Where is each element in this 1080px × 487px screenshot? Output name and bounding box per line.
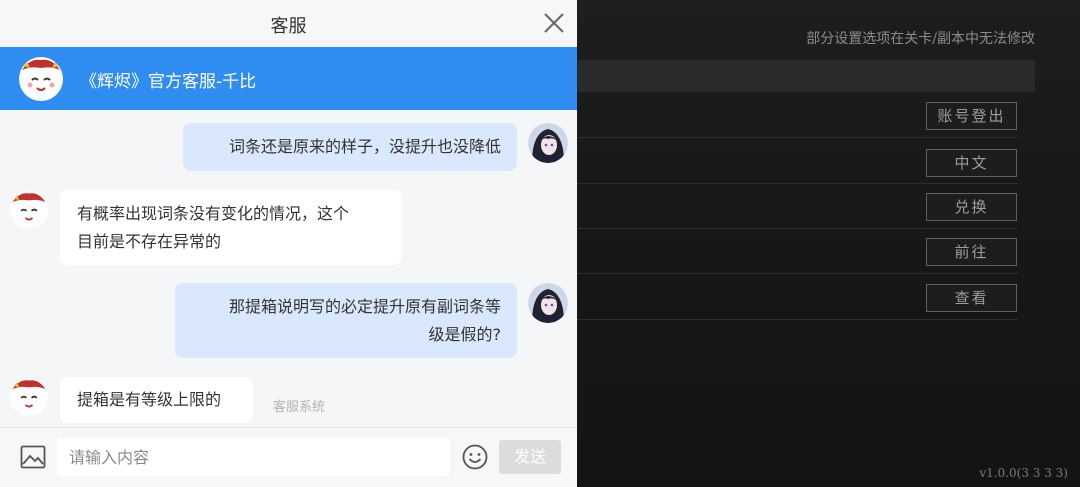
message-line: 目前是不存在异常的 (77, 232, 222, 251)
user-avatar-icon (528, 123, 568, 163)
view-button[interactable]: 查看 (926, 284, 1017, 312)
settings-divider (577, 137, 1018, 138)
agent-avatar-icon (9, 377, 49, 417)
message-line: 有概率出现词条没有变化的情况，这个 (77, 204, 350, 223)
send-button[interactable]: 发送 (499, 440, 561, 474)
user-avatar-icon (528, 283, 568, 323)
agent-avatar-icon (9, 190, 49, 230)
settings-divider (577, 183, 1018, 184)
input-bar: 发送 (0, 427, 577, 487)
customer-service-panel: 客服 《辉烬》官方客服-千比 词条还是原来的样子，没提升也没降低 有概率出现词条… (0, 0, 577, 487)
window-title: 客服 (270, 16, 307, 37)
title-bar: 客服 (0, 0, 577, 48)
system-tag: 客服系统 (273, 400, 326, 415)
version-label: v1.0.0(3 3 3 3) (979, 466, 1068, 480)
agent-message-bubble: 提箱是有等级上限的 (60, 377, 253, 423)
agent-name: 《辉烬》官方客服-千比 (80, 72, 257, 92)
user-message-bubble: 词条还是原来的样子，没提升也没降低 (183, 123, 517, 171)
redeem-button[interactable]: 兑换 (926, 193, 1017, 221)
message-line: 词条还是原来的样子，没提升也没降低 (228, 137, 501, 156)
settings-header-band (577, 60, 1035, 92)
agent-message-bubble: 有概率出现词条没有变化的情况，这个 目前是不存在异常的 (60, 190, 402, 265)
emoji-icon[interactable] (462, 444, 488, 470)
message-line: 提箱是有等级上限的 (77, 390, 222, 409)
game-settings-background: 部分设置选项在关卡/副本中无法修改 账号登出 中文 兑换 前往 查看 v1.0.… (577, 0, 1080, 486)
close-icon[interactable] (541, 10, 567, 36)
goto-button[interactable]: 前往 (926, 238, 1017, 266)
agent-banner: 《辉烬》官方客服-千比 (0, 47, 577, 110)
image-icon[interactable] (20, 445, 46, 469)
agent-avatar-icon (18, 56, 64, 102)
message-input[interactable] (57, 438, 450, 476)
message-line: 那提箱说明写的必定提升原有副词条等 (228, 297, 501, 316)
settings-note: 部分设置选项在关卡/副本中无法修改 (806, 31, 1035, 47)
message-line: 级是假的? (428, 325, 502, 344)
settings-divider (577, 319, 1018, 320)
logout-button[interactable]: 账号登出 (926, 102, 1017, 130)
user-message-bubble: 那提箱说明写的必定提升原有副词条等 级是假的? (175, 283, 517, 358)
settings-divider (577, 273, 1018, 274)
settings-divider (577, 228, 1018, 229)
language-button[interactable]: 中文 (926, 149, 1017, 177)
